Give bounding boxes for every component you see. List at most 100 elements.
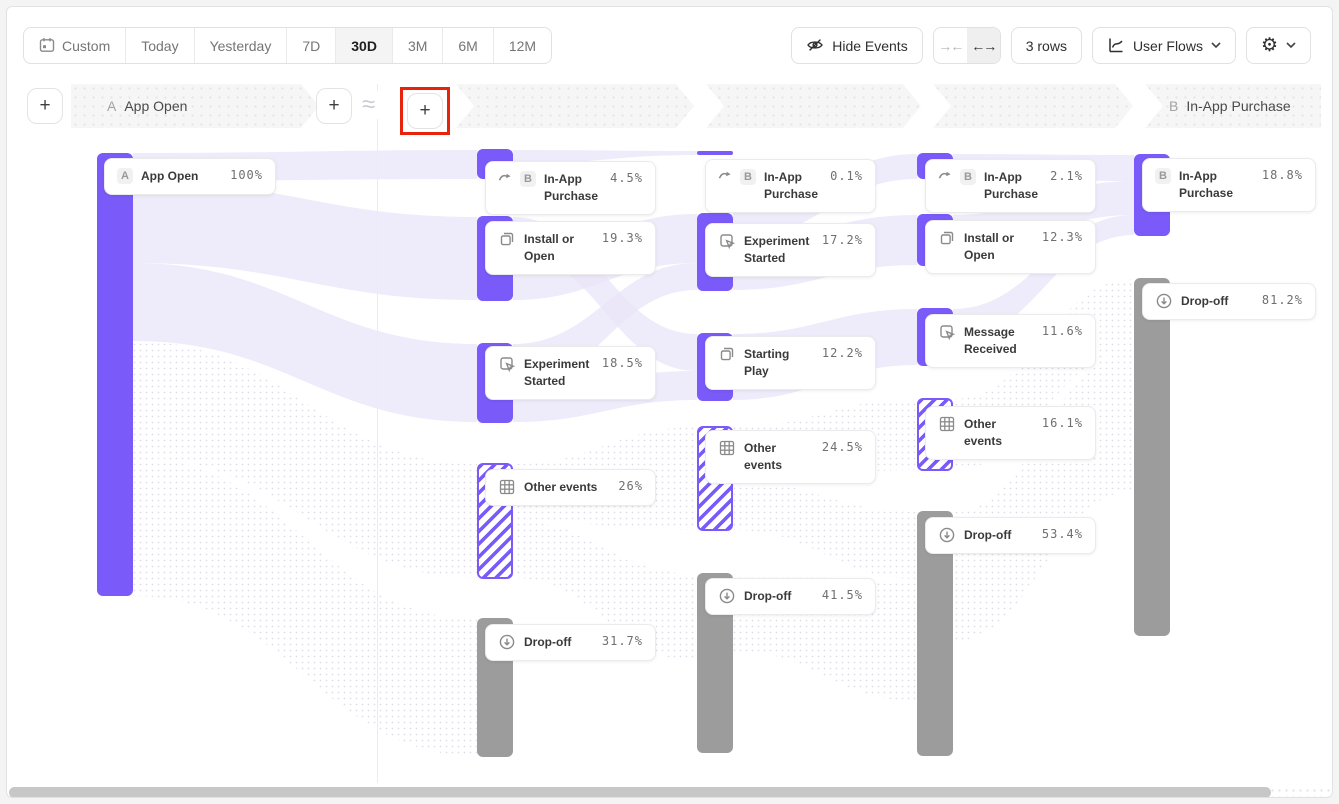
view-selector-label: User Flows xyxy=(1133,38,1203,54)
node-label: In-App Purchase xyxy=(1179,168,1254,202)
chevron-down-icon xyxy=(1286,42,1296,48)
node-badge: B xyxy=(1155,168,1171,184)
rows-button[interactable]: 3 rows xyxy=(1011,27,1082,64)
add-step-before-button[interactable]: + xyxy=(27,88,63,124)
flow-node-card-drop-off[interactable]: Drop-off 53.4% xyxy=(925,517,1096,554)
flow-bar-app-open[interactable] xyxy=(97,153,133,596)
date-range-label: 12M xyxy=(509,38,536,54)
flow-step-empty[interactable] xyxy=(706,84,921,128)
flow-node-card-install-or-open[interactable]: Install or Open 12.3% xyxy=(925,220,1096,274)
grid-icon xyxy=(938,415,956,433)
node-label: Other events xyxy=(964,416,1034,450)
dropoff-icon xyxy=(718,587,736,605)
dropoff-icon xyxy=(498,633,516,651)
date-range-label: Yesterday xyxy=(210,38,272,54)
node-percentage: 17.2% xyxy=(822,233,863,247)
settings-dropdown[interactable]: ⚙ xyxy=(1246,27,1311,64)
flow-node-card-starting-play[interactable]: Starting Play 12.2% xyxy=(705,336,876,390)
step-badge: B xyxy=(1169,98,1178,114)
flow-node-card-in-app-purchase[interactable]: BIn-App Purchase4.5% xyxy=(485,161,656,215)
node-badge: B xyxy=(960,169,976,185)
node-label: App Open xyxy=(141,168,222,185)
node-percentage: 12.3% xyxy=(1042,230,1083,244)
grid-icon xyxy=(718,439,736,457)
node-label: Install or Open xyxy=(964,230,1034,264)
node-percentage: 100% xyxy=(230,168,263,182)
flow-bar-drop-off[interactable] xyxy=(1134,278,1170,636)
node-label: Experiment Started xyxy=(744,233,814,267)
windows-icon xyxy=(938,229,956,247)
flow-node-card-experiment-started[interactable]: Experiment Started 17.2% xyxy=(705,223,876,277)
flow-node-card-experiment-started[interactable]: Experiment Started18.5% xyxy=(485,346,656,400)
view-selector-dropdown[interactable]: User Flows xyxy=(1092,27,1236,64)
node-label: In-App Purchase xyxy=(544,171,602,205)
node-label: Other events xyxy=(744,440,814,474)
goal-arrow-icon xyxy=(938,168,952,182)
user-flows-app: Custom Today Yesterday 7D 30D 3M 6M 12M Hide Ev… xyxy=(0,0,1339,804)
gear-icon: ⚙ xyxy=(1261,36,1278,55)
date-range-today[interactable]: Today xyxy=(125,28,193,63)
hide-events-button[interactable]: Hide Events xyxy=(791,27,922,64)
node-percentage: 53.4% xyxy=(1042,527,1083,541)
column-separator-line xyxy=(377,84,378,783)
step-label: In-App Purchase xyxy=(1186,98,1290,114)
date-range-yesterday[interactable]: Yesterday xyxy=(194,28,287,63)
expand-columns-button[interactable]: ←→ xyxy=(967,28,1000,63)
flow-node-card-other-events[interactable]: Other events26% xyxy=(485,469,656,506)
flow-step-empty[interactable] xyxy=(933,84,1133,128)
flow-node-card-other-events[interactable]: Other events 24.5% xyxy=(705,430,876,484)
flow-node-card-in-app-purchase[interactable]: B In-App Purchase 18.8% xyxy=(1142,158,1316,212)
app-frame: Custom Today Yesterday 7D 30D 3M 6M 12M Hide Ev… xyxy=(6,6,1333,798)
date-range-6m[interactable]: 6M xyxy=(442,28,492,63)
node-label: Message Received xyxy=(964,324,1034,358)
collapse-columns-button[interactable]: →← xyxy=(934,28,967,63)
node-label: Install or Open xyxy=(524,231,594,265)
flow-node-card-in-app-purchase[interactable]: BIn-App Purchase2.1% xyxy=(925,159,1096,213)
chevron-down-icon xyxy=(1211,42,1221,48)
date-range-label: 3M xyxy=(408,38,427,54)
node-label: Other events xyxy=(524,479,610,496)
flow-node-card-drop-off[interactable]: Drop-off 41.5% xyxy=(705,578,876,615)
flow-node-card-drop-off[interactable]: Drop-off31.7% xyxy=(485,624,656,661)
date-range-3m[interactable]: 3M xyxy=(392,28,442,63)
node-percentage: 11.6% xyxy=(1042,324,1083,338)
date-range-7d[interactable]: 7D xyxy=(286,28,335,63)
date-range-custom[interactable]: Custom xyxy=(24,28,125,63)
node-percentage: 16.1% xyxy=(1042,416,1083,430)
node-percentage: 12.2% xyxy=(822,346,863,360)
flow-node-card-app-open[interactable]: AApp Open100% xyxy=(104,158,276,195)
node-label: Starting Play xyxy=(744,346,814,380)
node-percentage: 0.1% xyxy=(830,169,863,183)
flow-ribbon-dotted[interactable] xyxy=(733,481,917,579)
hide-events-label: Hide Events xyxy=(832,38,907,54)
date-range-12m[interactable]: 12M xyxy=(493,28,551,63)
flow-step-app-open[interactable]: AApp Open xyxy=(71,84,319,128)
date-range-30d[interactable]: 30D xyxy=(335,28,392,63)
column-width-toggle: →← ←→ xyxy=(933,27,1001,64)
windows-icon xyxy=(718,345,736,363)
node-percentage: 24.5% xyxy=(822,440,863,454)
flow-node-card-other-events[interactable]: Other events 16.1% xyxy=(925,406,1096,460)
date-range-label: 7D xyxy=(302,38,320,54)
step-label: App Open xyxy=(124,98,187,114)
goal-arrow-icon xyxy=(498,170,512,184)
flow-node-card-message-received[interactable]: Message Received 11.6% xyxy=(925,314,1096,368)
eye-off-icon xyxy=(806,36,824,54)
node-label: Experiment Started xyxy=(524,356,594,390)
node-label: Drop-off xyxy=(744,588,814,605)
flow-step-empty[interactable] xyxy=(456,84,694,128)
date-range-label: 6M xyxy=(458,38,477,54)
node-percentage: 41.5% xyxy=(822,588,863,602)
node-percentage: 18.8% xyxy=(1262,168,1303,182)
flow-node-card-install-or-open[interactable]: Install or Open19.3% xyxy=(485,221,656,275)
date-range-label: Custom xyxy=(62,38,110,54)
flow-node-card-in-app-purchase[interactable]: BIn-App Purchase0.1% xyxy=(705,159,876,213)
flow-node-card-drop-off[interactable]: Drop-off81.2% xyxy=(1142,283,1316,320)
node-label: Drop-off xyxy=(964,527,1034,544)
horizontal-scrollbar-thumb[interactable] xyxy=(9,787,1271,798)
add-step-after-a-button[interactable]: + xyxy=(316,88,352,124)
calendar-icon xyxy=(39,37,55,53)
flows-chart-icon xyxy=(1107,36,1125,54)
flow-bar-in-app-purchase[interactable] xyxy=(697,151,733,155)
flow-step-in-app-purchase[interactable]: B In-App Purchase xyxy=(1145,84,1321,128)
